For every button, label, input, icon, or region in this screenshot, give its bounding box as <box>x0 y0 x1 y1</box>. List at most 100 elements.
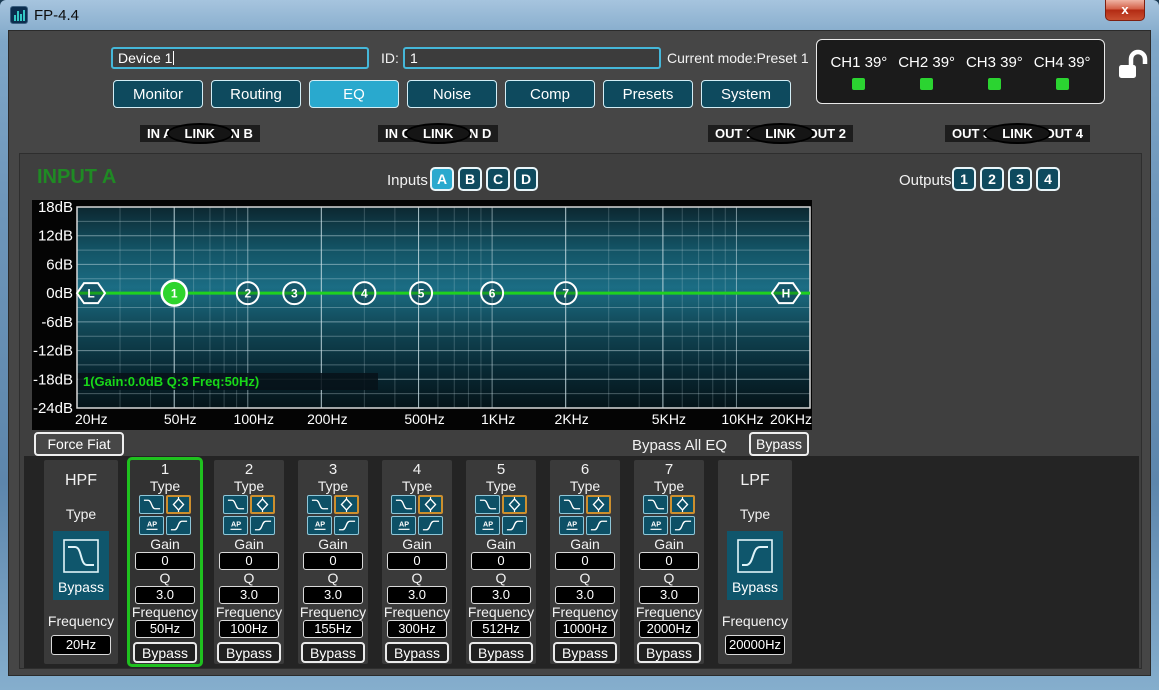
output-select-1[interactable]: 1 <box>952 167 976 191</box>
band-3-frequency-value[interactable]: 155Hz <box>303 620 363 638</box>
band-7-bypass-button[interactable]: Bypass <box>637 642 701 663</box>
hpf-frequency-value[interactable]: 20Hz <box>51 635 111 655</box>
eq-point-1[interactable]: 1 <box>162 281 187 306</box>
band-5-type-highshelf-icon[interactable] <box>502 516 527 535</box>
band-1-q-value[interactable]: 3.0 <box>135 586 195 604</box>
band-6-type-peak-icon[interactable] <box>586 495 611 514</box>
band-gain-label: Gain <box>214 536 284 552</box>
band-4-gain-value[interactable]: 0 <box>387 552 447 570</box>
band-3-type-peak-icon[interactable] <box>334 495 359 514</box>
band-7-type-peak-icon[interactable] <box>670 495 695 514</box>
link-toggle-button[interactable]: LINK <box>984 123 1050 144</box>
band-5-type-peak-icon[interactable] <box>502 495 527 514</box>
band-7-type-allpass-icon[interactable]: AP <box>643 516 668 535</box>
band-2-gain-value[interactable]: 0 <box>219 552 279 570</box>
hpf-curve-icon <box>59 536 103 576</box>
band-6-type-lowshelf-icon[interactable] <box>559 495 584 514</box>
eq-point-h[interactable]: H <box>772 283 800 303</box>
band-5-type-allpass-icon[interactable]: AP <box>475 516 500 535</box>
band-7-gain-value[interactable]: 0 <box>639 552 699 570</box>
band-6-type-highshelf-icon[interactable] <box>586 516 611 535</box>
band-1-bypass-button[interactable]: Bypass <box>133 642 197 663</box>
tab-eq[interactable]: EQ <box>309 80 399 108</box>
input-select-b[interactable]: B <box>458 167 482 191</box>
band-4-q-value[interactable]: 3.0 <box>387 586 447 604</box>
device-id-input[interactable]: 1 <box>403 47 661 69</box>
band-4-type-allpass-icon[interactable]: AP <box>391 516 416 535</box>
band-3-gain-value[interactable]: 0 <box>303 552 363 570</box>
band-1-frequency-value[interactable]: 50Hz <box>135 620 195 638</box>
band-1-type-lowshelf-icon[interactable] <box>139 495 164 514</box>
bypass-all-eq-button[interactable]: Bypass <box>749 432 809 456</box>
band-7-q-value[interactable]: 3.0 <box>639 586 699 604</box>
close-icon[interactable]: x <box>1105 0 1145 21</box>
band-5-type-lowshelf-icon[interactable] <box>475 495 500 514</box>
output-select-2[interactable]: 2 <box>980 167 1004 191</box>
band-2-type-lowshelf-icon[interactable] <box>223 495 248 514</box>
band-5-q-value[interactable]: 3.0 <box>471 586 531 604</box>
band-2-bypass-button[interactable]: Bypass <box>217 642 281 663</box>
band-6-type-allpass-icon[interactable]: AP <box>559 516 584 535</box>
eq-point-6[interactable]: 6 <box>481 282 503 304</box>
band-3-type-highshelf-icon[interactable] <box>334 516 359 535</box>
band-1-gain-value[interactable]: 0 <box>135 552 195 570</box>
band-5-frequency-value[interactable]: 512Hz <box>471 620 531 638</box>
band-7-type-lowshelf-icon[interactable] <box>643 495 668 514</box>
band-2-frequency-value[interactable]: 100Hz <box>219 620 279 638</box>
band-5-gain-value[interactable]: 0 <box>471 552 531 570</box>
band-4-type-peak-icon[interactable] <box>418 495 443 514</box>
input-select-c[interactable]: C <box>486 167 510 191</box>
band-6-q-value[interactable]: 3.0 <box>555 586 615 604</box>
input-select-d[interactable]: D <box>514 167 538 191</box>
band-3-type-lowshelf-icon[interactable] <box>307 495 332 514</box>
tab-system[interactable]: System <box>701 80 791 108</box>
lock-icon[interactable] <box>1115 48 1151 86</box>
eq-point-7[interactable]: 7 <box>555 282 577 304</box>
eq-point-2[interactable]: 2 <box>237 282 259 304</box>
eq-graph[interactable]: 18dB12dB6dB0dB-6dB-12dB-18dB-24dB 20Hz50… <box>32 200 812 430</box>
band-5-bypass-button[interactable]: Bypass <box>469 642 533 663</box>
lpf-frequency-value[interactable]: 20000Hz <box>725 635 785 655</box>
output-select-4[interactable]: 4 <box>1036 167 1060 191</box>
title-bar[interactable]: FP-4.4 x <box>0 0 1159 30</box>
eq-band-7: 7TypeAPGain0Q3.0Frequency2000HzBypass <box>634 460 704 664</box>
lpf-type-button[interactable]: Bypass <box>727 531 783 600</box>
eq-point-4[interactable]: 4 <box>353 282 375 304</box>
band-1-type-highshelf-icon[interactable] <box>166 516 191 535</box>
band-6-bypass-button[interactable]: Bypass <box>553 642 617 663</box>
link-toggle-button[interactable]: LINK <box>405 123 471 144</box>
band-2-type-allpass-icon[interactable]: AP <box>223 516 248 535</box>
band-6-gain-value[interactable]: 0 <box>555 552 615 570</box>
output-select-3[interactable]: 3 <box>1008 167 1032 191</box>
app-icon <box>10 6 28 24</box>
eq-point-5[interactable]: 5 <box>410 282 432 304</box>
band-3-q-value[interactable]: 3.0 <box>303 586 363 604</box>
band-2-type-peak-icon[interactable] <box>250 495 275 514</box>
band-1-type-allpass-icon[interactable]: AP <box>139 516 164 535</box>
band-4-frequency-value[interactable]: 300Hz <box>387 620 447 638</box>
band-6-frequency-value[interactable]: 1000Hz <box>555 620 615 638</box>
band-7-type-highshelf-icon[interactable] <box>670 516 695 535</box>
band-7-frequency-value[interactable]: 2000Hz <box>639 620 699 638</box>
tab-comp[interactable]: Comp <box>505 80 595 108</box>
band-2-q-value[interactable]: 3.0 <box>219 586 279 604</box>
eq-point-3[interactable]: 3 <box>283 282 305 304</box>
link-toggle-button[interactable]: LINK <box>167 123 233 144</box>
hpf-type-button[interactable]: Bypass <box>53 531 109 600</box>
band-2-type-highshelf-icon[interactable] <box>250 516 275 535</box>
band-4-bypass-button[interactable]: Bypass <box>385 642 449 663</box>
device-name-input[interactable]: Device 1 <box>111 47 369 69</box>
tab-monitor[interactable]: Monitor <box>113 80 203 108</box>
input-select-a[interactable]: A <box>430 167 454 191</box>
band-4-type-lowshelf-icon[interactable] <box>391 495 416 514</box>
force-flat-button[interactable]: Force Fiat <box>34 432 124 456</box>
band-3-bypass-button[interactable]: Bypass <box>301 642 365 663</box>
eq-point-l[interactable]: L <box>77 283 105 303</box>
band-3-type-allpass-icon[interactable]: AP <box>307 516 332 535</box>
tab-noise[interactable]: Noise <box>407 80 497 108</box>
tab-presets[interactable]: Presets <box>603 80 693 108</box>
link-toggle-button[interactable]: LINK <box>747 123 813 144</box>
band-1-type-peak-icon[interactable] <box>166 495 191 514</box>
tab-routing[interactable]: Routing <box>211 80 301 108</box>
band-4-type-highshelf-icon[interactable] <box>418 516 443 535</box>
